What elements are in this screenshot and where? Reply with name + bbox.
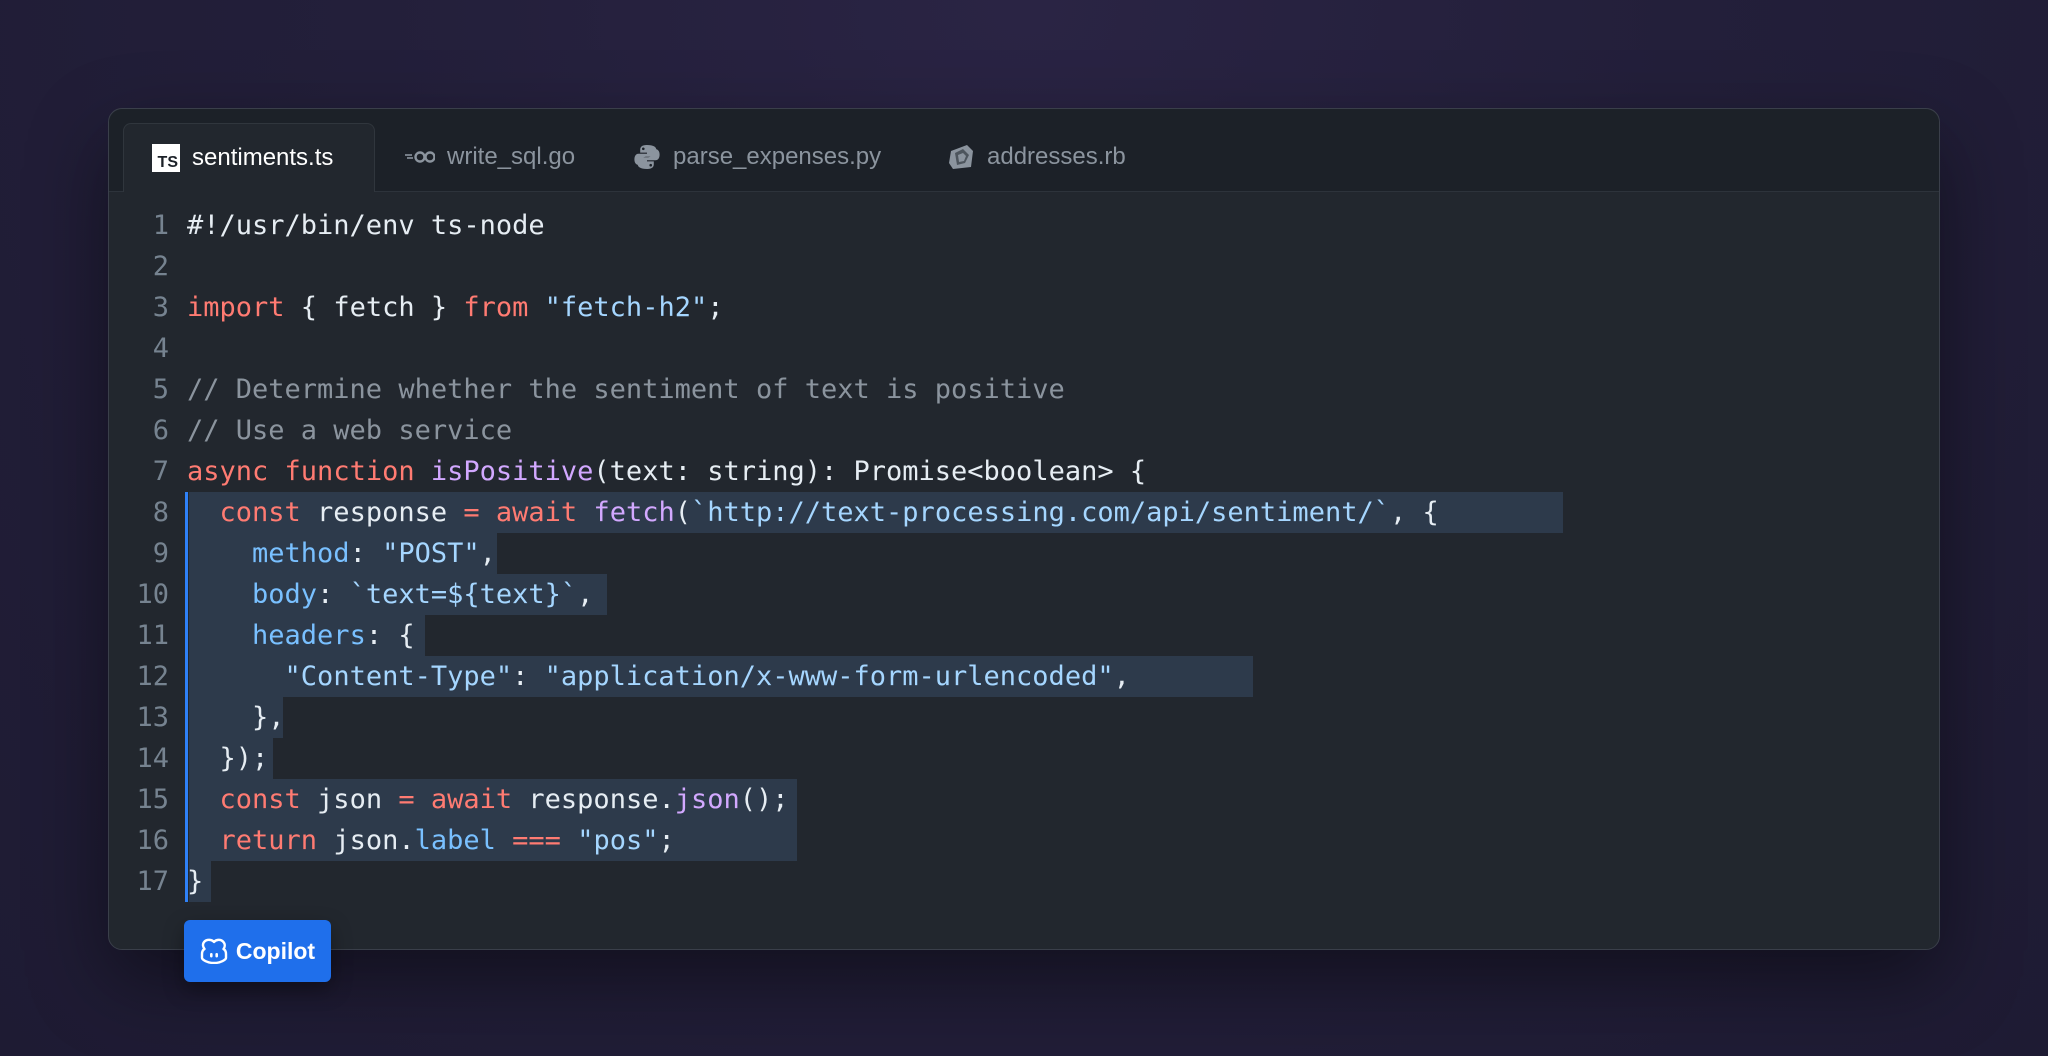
go-icon: [405, 150, 435, 164]
code-line[interactable]: 9 method: "POST",: [109, 533, 1939, 574]
ruby-icon: [947, 143, 975, 171]
code-text[interactable]: "Content-Type": "application/x-www-form-…: [187, 656, 1130, 697]
code-text[interactable]: });: [187, 738, 269, 779]
code-line[interactable]: 11 headers: {: [109, 615, 1939, 656]
code-editor-window: TS sentiments.ts write_sql.go parse_expe…: [108, 108, 1940, 950]
code-line[interactable]: 10 body: `text=${text}`,: [109, 574, 1939, 615]
tab-bar: TS sentiments.ts write_sql.go parse_expe…: [109, 109, 1939, 192]
code-text[interactable]: }: [187, 861, 203, 902]
code-line[interactable]: 7 async function isPositive(text: string)…: [109, 451, 1939, 492]
line-number: 8: [152, 497, 169, 528]
code-text[interactable]: import { fetch } from "fetch-h2";: [187, 287, 723, 328]
code-text[interactable]: return json.label === "pos";: [187, 820, 675, 861]
line-number: 4: [152, 333, 169, 364]
line-number: 16: [136, 825, 169, 856]
python-icon: [633, 143, 661, 171]
line-number: 5: [152, 374, 169, 405]
code-line[interactable]: 13 },: [109, 697, 1939, 738]
line-number: 2: [152, 251, 169, 282]
line-number: 3: [152, 292, 169, 323]
code-line[interactable]: 4: [109, 328, 1939, 369]
copilot-button[interactable]: Copilot: [184, 920, 331, 982]
line-number: 12: [136, 661, 169, 692]
code-line[interactable]: 6 // Use a web service: [109, 410, 1939, 451]
tab-label: write_sql.go: [447, 143, 576, 170]
tab-label: addresses.rb: [987, 143, 1126, 170]
code-text[interactable]: headers: {: [187, 615, 415, 656]
line-number: 6: [152, 415, 169, 446]
tab-label: sentiments.ts: [192, 144, 334, 171]
line-number: 13: [136, 702, 169, 733]
tab-sentiments-ts[interactable]: TS sentiments.ts: [123, 123, 375, 192]
code-text[interactable]: #!/usr/bin/env ts-node: [187, 205, 545, 246]
code-text[interactable]: body: `text=${text}`,: [187, 574, 593, 615]
copilot-label: Copilot: [235, 937, 316, 964]
code-line[interactable]: 12 "Content-Type": "application/x-www-fo…: [109, 656, 1939, 697]
code-text[interactable]: // Determine whether the sentiment of te…: [187, 369, 1065, 410]
code-line[interactable]: 15 const json = await response.json();: [109, 779, 1939, 820]
typescript-icon: TS: [152, 144, 180, 172]
code-line[interactable]: 3 import { fetch } from "fetch-h2";: [109, 287, 1939, 328]
code-line[interactable]: 17}: [109, 861, 1939, 902]
code-line[interactable]: 1 #!/usr/bin/env ts-node: [109, 205, 1939, 246]
code-line[interactable]: 2: [109, 246, 1939, 287]
tab-label: parse_expenses.py: [673, 143, 882, 170]
code-text[interactable]: },: [187, 697, 285, 738]
tab-write-sql-go[interactable]: write_sql.go: [405, 123, 575, 191]
line-number: 10: [136, 579, 169, 610]
code-text[interactable]: // Use a web service: [187, 410, 512, 451]
line-number: 11: [136, 620, 169, 651]
code-line[interactable]: 16 return json.label === "pos";: [109, 820, 1939, 861]
tab-parse-expenses-py[interactable]: parse_expenses.py: [633, 123, 881, 191]
line-number: 1: [152, 210, 169, 241]
code-line[interactable]: 8 const response = await fetch(`http://t…: [109, 492, 1939, 533]
tab-addresses-rb[interactable]: addresses.rb: [947, 123, 1126, 191]
code-text[interactable]: method: "POST",: [187, 533, 496, 574]
code-text[interactable]: const json = await response.json();: [187, 779, 789, 820]
suggestion-gutter-bar: [185, 492, 188, 902]
copilot-icon: [200, 938, 228, 964]
line-number: 9: [152, 538, 169, 569]
line-number: 15: [136, 784, 169, 815]
code-text[interactable]: async function isPositive(text: string):…: [187, 451, 1146, 492]
code-line[interactable]: 14 });: [109, 738, 1939, 779]
line-number: 17: [136, 866, 169, 897]
code-line[interactable]: 5 // Determine whether the sentiment of t…: [109, 369, 1939, 410]
line-number: 7: [152, 456, 169, 487]
code-text[interactable]: const response = await fetch(`http://tex…: [187, 492, 1439, 533]
line-number: 14: [136, 743, 169, 774]
